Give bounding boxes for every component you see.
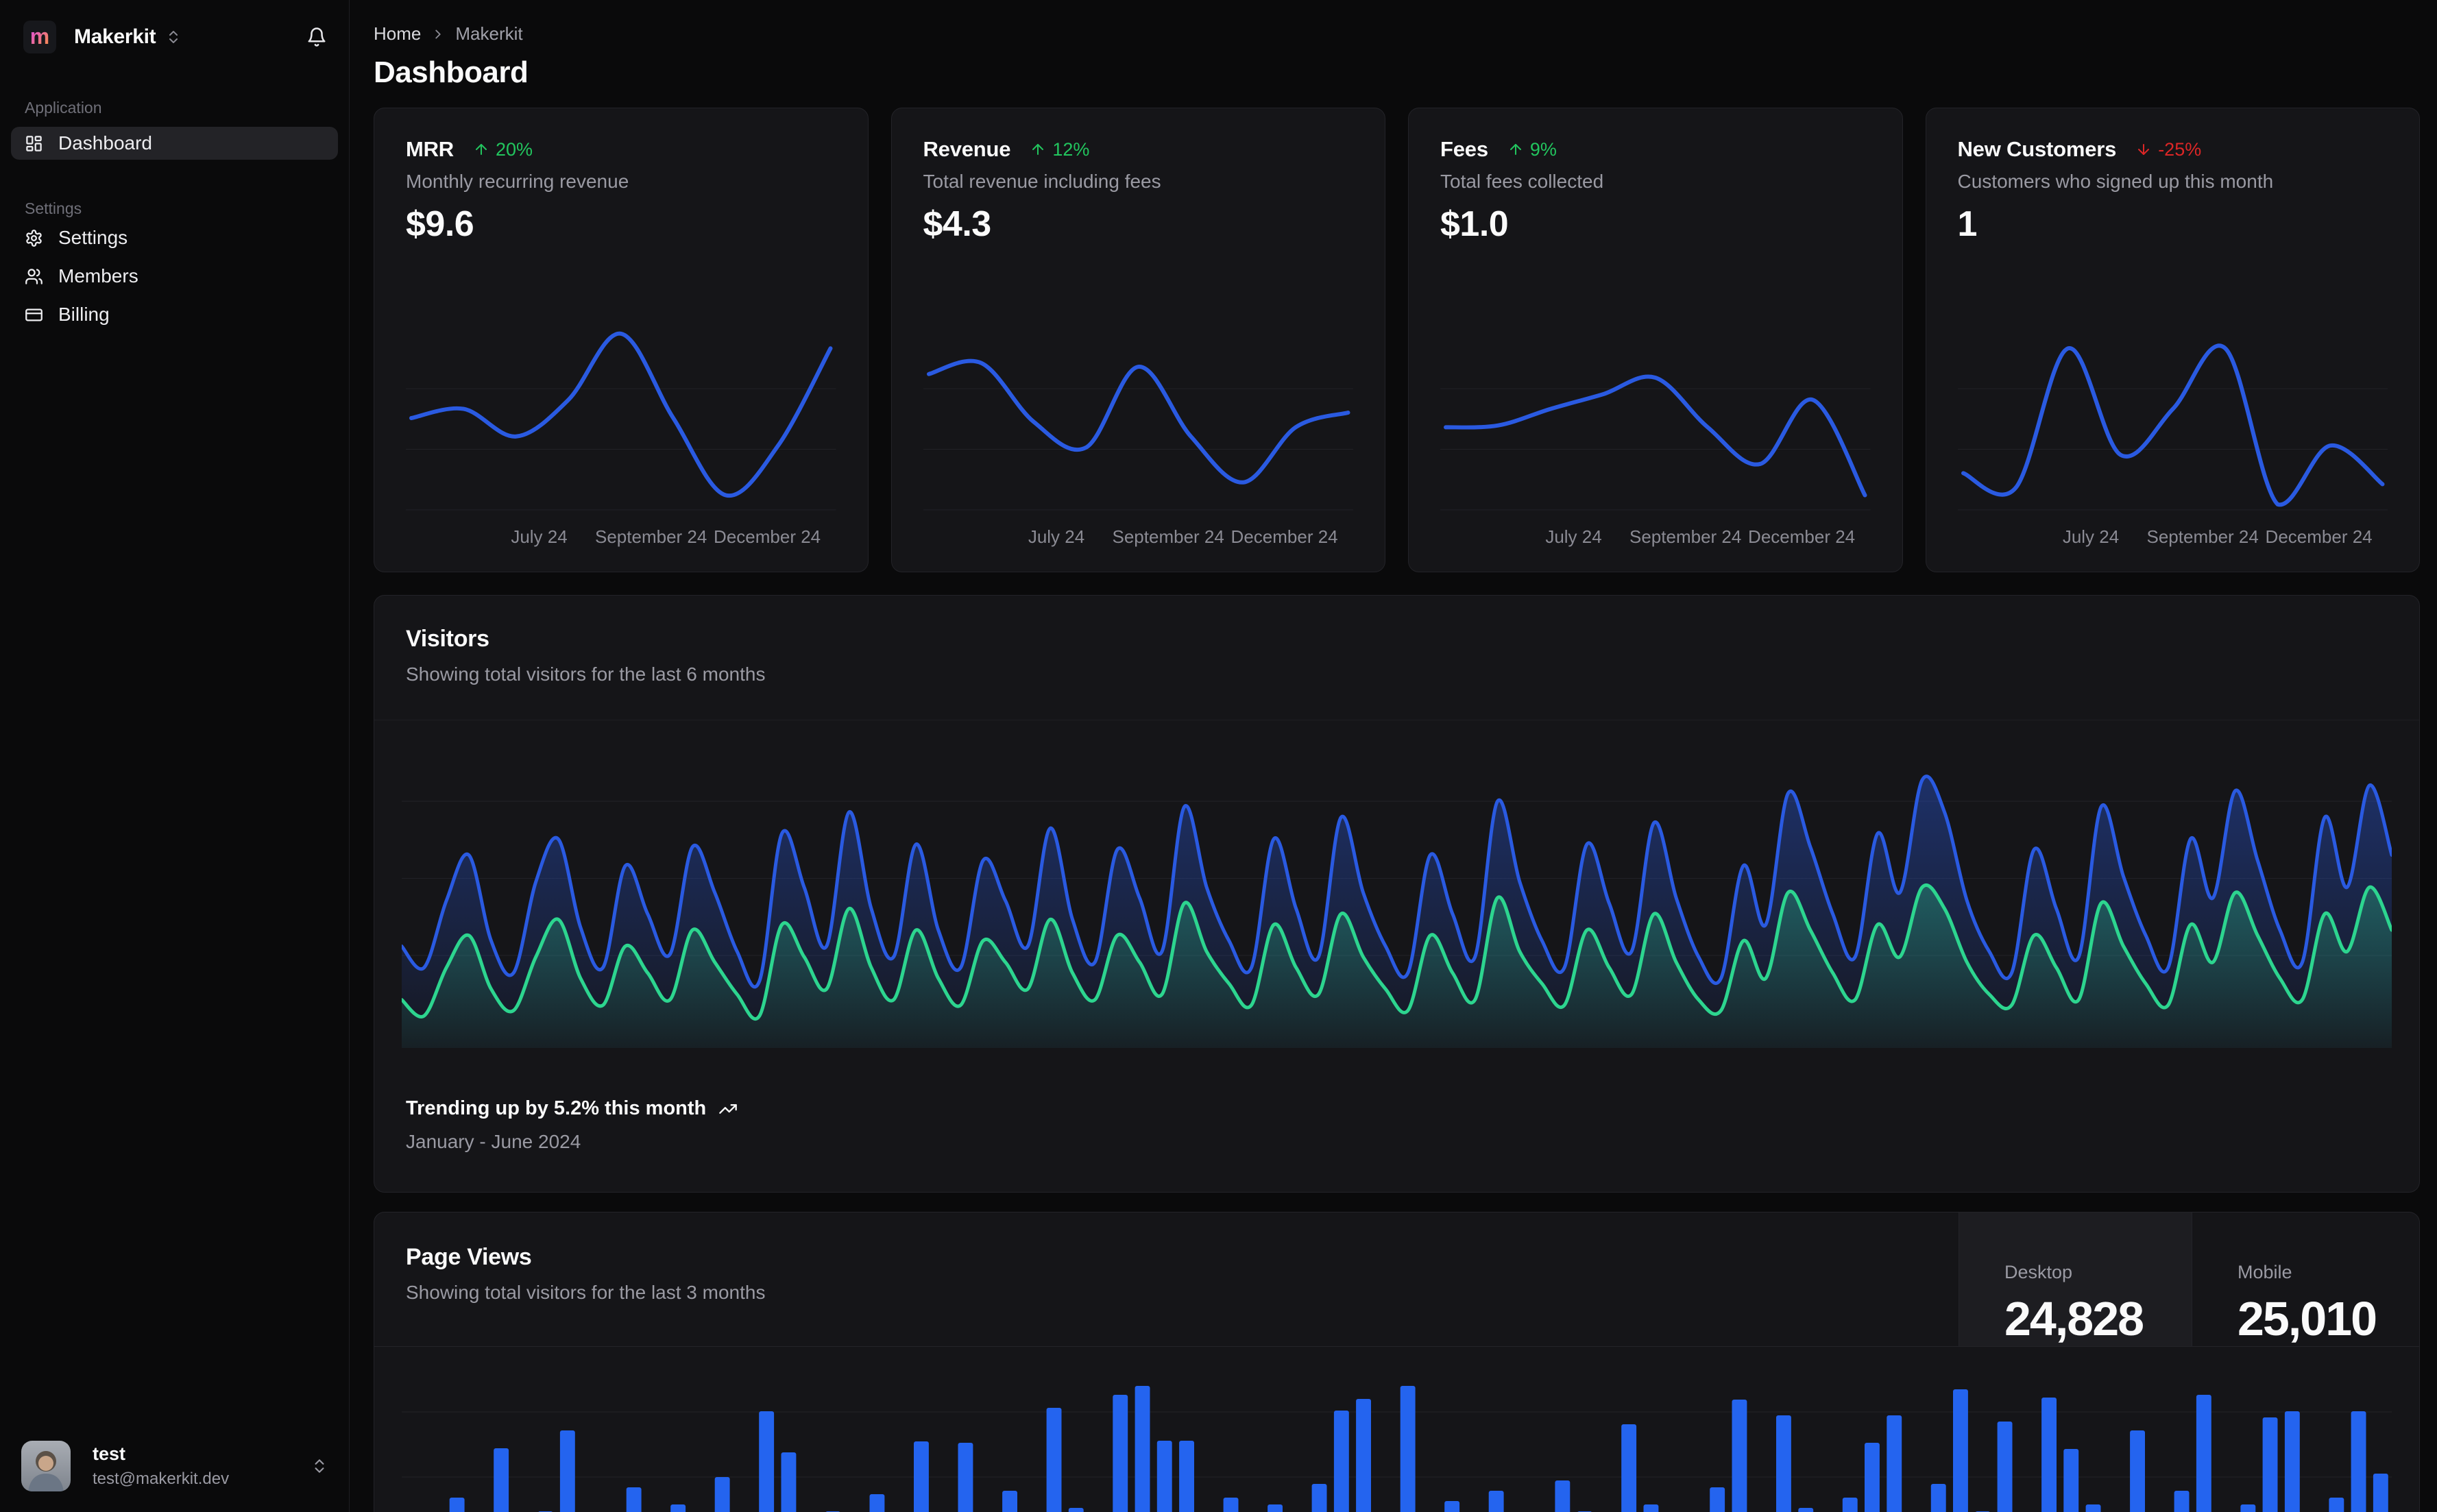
stat-description: Total revenue including fees bbox=[923, 171, 1161, 192]
stat-description: Customers who signed up this month bbox=[1957, 171, 2274, 192]
svg-text:m: m bbox=[30, 24, 49, 49]
chevrons-up-down-icon bbox=[169, 31, 178, 43]
x-axis-labels: July 24 September 24 December 24 bbox=[1545, 526, 1856, 547]
sidebar-item-dashboard[interactable]: Dashboard bbox=[11, 127, 338, 160]
chevron-right-icon bbox=[435, 29, 441, 38]
stat-title: Fees bbox=[1440, 137, 1488, 161]
page-views-card: Page Views Showing total visitors for th… bbox=[374, 1212, 2420, 1512]
page-views-toggle-desktop[interactable]: Desktop 24,828 bbox=[1959, 1212, 2192, 1346]
delta-value: 12% bbox=[1052, 138, 1090, 160]
gear-icon bbox=[26, 229, 42, 247]
visitors-period: January - June 2024 bbox=[406, 1131, 581, 1152]
stat-value: $9.6 bbox=[406, 204, 474, 244]
x-axis-labels: July 24 September 24 December 24 bbox=[1028, 526, 1338, 547]
stat-value: 1 bbox=[1957, 204, 1978, 244]
sidebar-header: m Makerkit bbox=[0, 21, 349, 53]
logo-letter-icon: m bbox=[30, 24, 49, 49]
stat-title: Revenue bbox=[923, 137, 1011, 161]
org-switcher[interactable]: m Makerkit bbox=[23, 21, 182, 53]
delta-badge: 12% bbox=[1030, 139, 1089, 160]
stat-card-fees: Fees 9% Total fees collected $1.0 July 2… bbox=[1408, 108, 1903, 572]
user-menu[interactable]: test test@makerkit.dev bbox=[0, 1441, 349, 1491]
arrow-up-icon bbox=[1510, 144, 1521, 155]
visitors-card: Visitors Showing total visitors for the … bbox=[374, 595, 2420, 1193]
app-name: Makerkit bbox=[74, 25, 156, 48]
avatar bbox=[21, 1441, 71, 1491]
stat-cards-row: MRR 20% Monthly recurring revenue $9.6 J… bbox=[374, 108, 2420, 572]
sidebar: m Makerkit Application Dashboard Setting… bbox=[0, 0, 350, 1512]
sidebar-item-settings[interactable]: Settings bbox=[11, 219, 338, 256]
stat-description: Total fees collected bbox=[1440, 171, 1604, 192]
mrr-sparkline-chart bbox=[406, 331, 836, 511]
x-axis-labels: July 24 September 24 December 24 bbox=[2062, 526, 2373, 547]
stat-card-new-customers: New Customers -25% Customers who signed … bbox=[1925, 108, 2420, 572]
toggle-label: Mobile bbox=[2238, 1262, 2292, 1282]
x-axis-labels: July 24 September 24 December 24 bbox=[511, 526, 821, 547]
toggle-value: 24,828 bbox=[2004, 1292, 2144, 1345]
credit-card-icon bbox=[25, 308, 43, 321]
delta-value: 20% bbox=[496, 138, 533, 160]
makerkit-logo: m bbox=[23, 21, 56, 53]
toggle-value: 25,010 bbox=[2238, 1292, 2377, 1345]
arrow-up-icon bbox=[1032, 144, 1044, 155]
stat-title: New Customers bbox=[1957, 137, 2117, 161]
sidebar-item-members[interactable]: Members bbox=[11, 258, 338, 295]
sidebar-item-label: Billing bbox=[58, 304, 110, 325]
breadcrumb-current: Makerkit bbox=[455, 23, 523, 44]
visitors-title: Visitors bbox=[406, 626, 489, 652]
page-title: Dashboard bbox=[374, 56, 529, 89]
delta-badge: 20% bbox=[473, 139, 533, 160]
delta-value: -25% bbox=[2158, 138, 2202, 160]
sidebar-section-settings: Settings bbox=[25, 199, 82, 217]
delta-value: 9% bbox=[1529, 138, 1557, 160]
notifications-bell-button[interactable] bbox=[306, 27, 327, 47]
main-content: Home Makerkit Dashboard MRR 20% Monthly … bbox=[350, 0, 2437, 1512]
arrow-down-icon bbox=[2138, 144, 2150, 155]
fees-sparkline-chart bbox=[1440, 374, 1871, 511]
stat-card-revenue: Revenue 12% Total revenue including fees… bbox=[890, 108, 1385, 572]
page-views-bar-chart bbox=[402, 1386, 2392, 1512]
user-name: test bbox=[93, 1443, 126, 1464]
bell-icon bbox=[308, 27, 326, 47]
visitors-trend-line: Trending up by 5.2% this month bbox=[406, 1097, 2388, 1120]
stat-value: $4.3 bbox=[923, 204, 992, 244]
trending-up-icon bbox=[719, 1103, 738, 1114]
user-info: test test@makerkit.dev bbox=[93, 1443, 229, 1489]
stat-title: MRR bbox=[406, 137, 454, 161]
visitors-area-chart bbox=[402, 775, 2392, 1048]
delta-badge: 9% bbox=[1507, 139, 1557, 160]
stat-description: Monthly recurring revenue bbox=[406, 171, 629, 192]
sidebar-item-label: Dashboard bbox=[58, 132, 152, 154]
page-views-title: Page Views bbox=[406, 1244, 532, 1270]
visitors-subtitle: Showing total visitors for the last 6 mo… bbox=[406, 663, 766, 685]
toggle-label: Desktop bbox=[2004, 1262, 2073, 1282]
arrow-up-icon bbox=[476, 144, 487, 155]
sidebar-section-application: Application bbox=[25, 99, 102, 117]
breadcrumb-home-link[interactable]: Home bbox=[374, 23, 421, 45]
delta-badge: -25% bbox=[2135, 139, 2201, 160]
sidebar-item-billing[interactable]: Billing bbox=[11, 296, 338, 333]
stat-value: $1.0 bbox=[1440, 204, 1509, 244]
user-email: test@makerkit.dev bbox=[93, 1470, 230, 1488]
revenue-sparkline-chart bbox=[923, 358, 1353, 511]
new-customers-sparkline-chart bbox=[1957, 343, 2388, 511]
stat-card-mrr: MRR 20% Monthly recurring revenue $9.6 J… bbox=[374, 108, 869, 572]
page-views-toggle-mobile[interactable]: Mobile 25,010 bbox=[2192, 1212, 2419, 1346]
layout-dashboard-icon bbox=[26, 135, 42, 151]
chevrons-up-down-icon bbox=[315, 1459, 324, 1473]
users-icon bbox=[25, 268, 43, 284]
sidebar-item-label: Members bbox=[58, 265, 138, 286]
page-views-subtitle: Showing total visitors for the last 3 mo… bbox=[406, 1282, 766, 1303]
sidebar-item-label: Settings bbox=[58, 227, 128, 248]
avatar-photo bbox=[21, 1441, 71, 1491]
breadcrumb: Home Makerkit bbox=[374, 23, 2420, 45]
